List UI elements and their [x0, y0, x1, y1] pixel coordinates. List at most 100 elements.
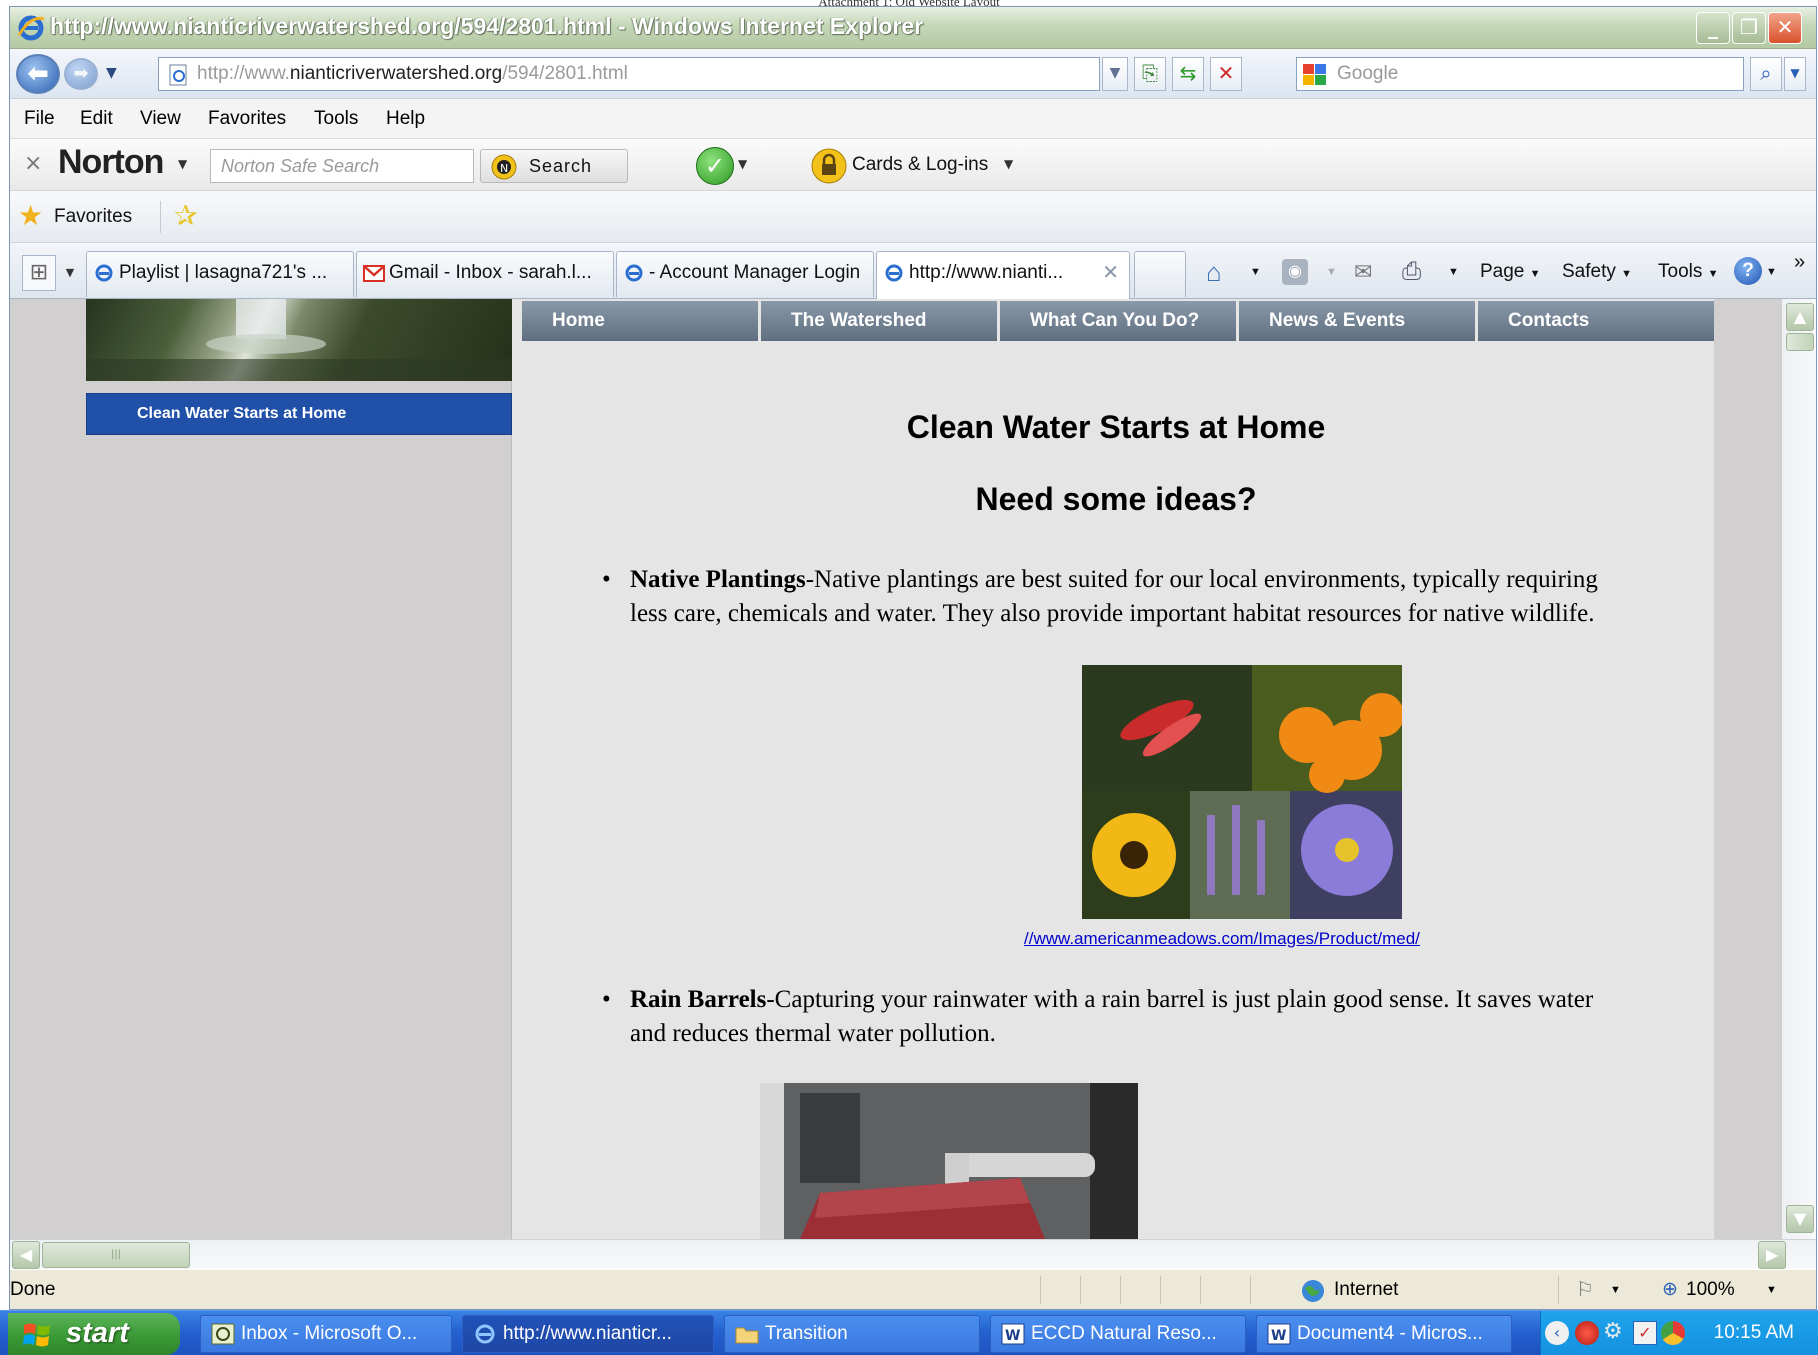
menu-tools[interactable]: Tools	[314, 99, 358, 139]
zoom-dropdown[interactable]: ▼	[1766, 1270, 1777, 1309]
menu-help[interactable]: Help	[386, 99, 425, 139]
tab-account-manager[interactable]: - Account Manager Login	[616, 251, 874, 297]
leftnav-clean-water[interactable]: Clean Water Starts at Home	[86, 393, 512, 435]
ie-logo-icon	[17, 15, 45, 41]
tab-list-dropdown[interactable]: ▼	[60, 255, 80, 291]
quick-tabs-icon[interactable]: ⊞	[22, 255, 56, 291]
chevron-more-icon[interactable]: »	[1794, 247, 1805, 277]
native-plantings-title: Native Plantings	[630, 566, 806, 593]
ie-page-icon	[95, 264, 113, 282]
search-go-button[interactable]: ⌕	[1750, 57, 1782, 91]
antivirus-tray-icon[interactable]	[1575, 1321, 1599, 1345]
tab-gmail[interactable]: Gmail - Inbox - sarah.l...	[356, 251, 614, 297]
tab-current-page[interactable]: http://www.nianti... ✕	[876, 251, 1130, 299]
address-dropdown-button[interactable]: ▼	[1102, 57, 1128, 91]
title-bar[interactable]: http://www.nianticriverwatershed.org/594…	[10, 7, 1816, 49]
help-dropdown[interactable]: ▼	[1766, 257, 1777, 287]
add-favorite-icon[interactable]: ✰	[174, 199, 197, 233]
norton-search-input[interactable]: Norton Safe Search	[210, 149, 474, 183]
close-tab-icon[interactable]: ✕	[1102, 252, 1119, 294]
rain-barrels-text: -Capturing your rainwater with a rain ba…	[766, 986, 1594, 1013]
mail-icon[interactable]: ✉	[1354, 257, 1372, 287]
menu-edit[interactable]: Edit	[80, 99, 113, 139]
forward-button[interactable]: ➡	[64, 58, 98, 90]
scroll-right-button[interactable]: ▶	[1758, 1241, 1786, 1269]
rain-barrels-line2: and reduces thermal water pollution.	[630, 1020, 996, 1047]
image-credit-link[interactable]: //www.americanmeadows.com/Images/Product…	[1024, 929, 1420, 949]
minimize-button[interactable]: _	[1696, 12, 1730, 44]
recent-pages-dropdown[interactable]: ▼	[106, 65, 117, 81]
tools-menu-button[interactable]: Tools ▼	[1658, 257, 1719, 287]
outlook-icon	[211, 1323, 235, 1345]
show-hidden-icons-button[interactable]: ‹	[1545, 1321, 1569, 1345]
close-window-button[interactable]: ✕	[1768, 12, 1802, 44]
native-plantings-line2: less care, chemicals and water. They als…	[630, 600, 1595, 627]
scroll-left-button[interactable]: ◀	[12, 1241, 40, 1269]
native-flowers-image	[1082, 665, 1402, 919]
chrome-tray-icon[interactable]	[1661, 1321, 1685, 1345]
svg-text:W: W	[1005, 1328, 1020, 1344]
network-tray-icon[interactable]: ⚙	[1603, 1319, 1623, 1344]
tab-label: http://www.nianti...	[909, 262, 1064, 283]
zoom-level[interactable]: 100%	[1686, 1270, 1735, 1309]
safe-web-check-icon[interactable]: ✓	[696, 147, 734, 185]
chevron-down-icon[interactable]: ▼	[178, 157, 187, 171]
new-tab-button[interactable]	[1134, 251, 1186, 297]
favorites-button[interactable]: Favorites	[54, 203, 132, 231]
address-bar[interactable]: http://www.nianticriverwatershed.org/594…	[158, 57, 1100, 91]
protected-mode-icon[interactable]: ⚐	[1576, 1270, 1594, 1309]
status-text: Done	[10, 1279, 56, 1300]
compatibility-icon[interactable]: ⎘	[1134, 57, 1166, 91]
task-inbox-outlook[interactable]: Inbox - Microsoft O...	[200, 1315, 452, 1353]
task-document4-word[interactable]: W Document4 - Micros...	[1256, 1315, 1512, 1353]
help-icon[interactable]: ?	[1734, 257, 1762, 285]
page-menu-button[interactable]: Page ▼	[1480, 257, 1541, 287]
norton-brand[interactable]: Norton	[58, 143, 164, 182]
scroll-up-button[interactable]: ▲	[1786, 303, 1814, 331]
protected-mode-dropdown[interactable]: ▼	[1610, 1270, 1621, 1309]
safety-menu-button[interactable]: Safety ▼	[1562, 257, 1632, 287]
home-dropdown[interactable]: ▼	[1250, 257, 1261, 287]
nav-contacts[interactable]: Contacts	[1478, 301, 1714, 341]
vertical-scrollbar[interactable]: ▲ ▼	[1782, 299, 1816, 1239]
horizontal-scrollbar[interactable]: ◀ ||| ▶	[10, 1239, 1816, 1269]
chevron-down-icon: ▼	[1529, 268, 1541, 280]
feeds-icon[interactable]: ◉	[1282, 259, 1308, 285]
cards-logins-button[interactable]: Cards & Log-ins	[852, 151, 988, 179]
right-gutter	[1714, 299, 1782, 1239]
feeds-dropdown[interactable]: ▼	[1326, 257, 1337, 287]
close-toolbar-icon[interactable]: ×	[24, 151, 42, 176]
security-zone[interactable]: Internet	[1334, 1270, 1398, 1309]
update-tray-icon[interactable]: ✓	[1633, 1321, 1657, 1345]
print-icon[interactable]: ⎙	[1402, 257, 1421, 287]
nav-news-events[interactable]: News & Events	[1239, 301, 1475, 341]
nav-what-can-you-do[interactable]: What Can You Do?	[1000, 301, 1236, 341]
task-eccd-word[interactable]: W ECCD Natural Reso...	[990, 1315, 1246, 1353]
vertical-scroll-thumb[interactable]	[1786, 333, 1814, 351]
stop-icon[interactable]: ✕	[1210, 57, 1242, 91]
scroll-down-button[interactable]: ▼	[1786, 1205, 1814, 1233]
clock[interactable]: 10:15 AM	[1714, 1311, 1794, 1355]
separator	[1200, 1276, 1201, 1304]
search-input[interactable]: Google	[1296, 57, 1744, 91]
safe-web-dropdown[interactable]: ▼	[738, 157, 747, 171]
refresh-icon[interactable]: ⇆	[1172, 57, 1204, 91]
home-icon[interactable]: ⌂	[1206, 257, 1222, 287]
task-transition-folder[interactable]: Transition	[724, 1315, 980, 1353]
task-internet-explorer[interactable]: http://www.nianticr...	[462, 1315, 714, 1353]
menu-view[interactable]: View	[140, 99, 181, 139]
menu-file[interactable]: File	[24, 99, 55, 139]
tab-playlist[interactable]: Playlist | lasagna721's ...	[86, 251, 354, 297]
back-button[interactable]: ⬅	[16, 54, 60, 94]
nav-the-watershed[interactable]: The Watershed	[761, 301, 997, 341]
horizontal-scroll-thumb[interactable]: |||	[42, 1242, 190, 1268]
search-options-button[interactable]: ▼	[1784, 57, 1806, 91]
restore-button[interactable]: ❐	[1732, 12, 1766, 44]
lock-icon[interactable]	[810, 147, 848, 185]
cards-dropdown[interactable]: ▼	[1004, 157, 1013, 171]
print-dropdown[interactable]: ▼	[1448, 257, 1459, 287]
ie-icon	[475, 1324, 495, 1344]
separator	[160, 201, 161, 233]
menu-favorites[interactable]: Favorites	[208, 99, 286, 139]
nav-home[interactable]: Home	[522, 301, 758, 341]
